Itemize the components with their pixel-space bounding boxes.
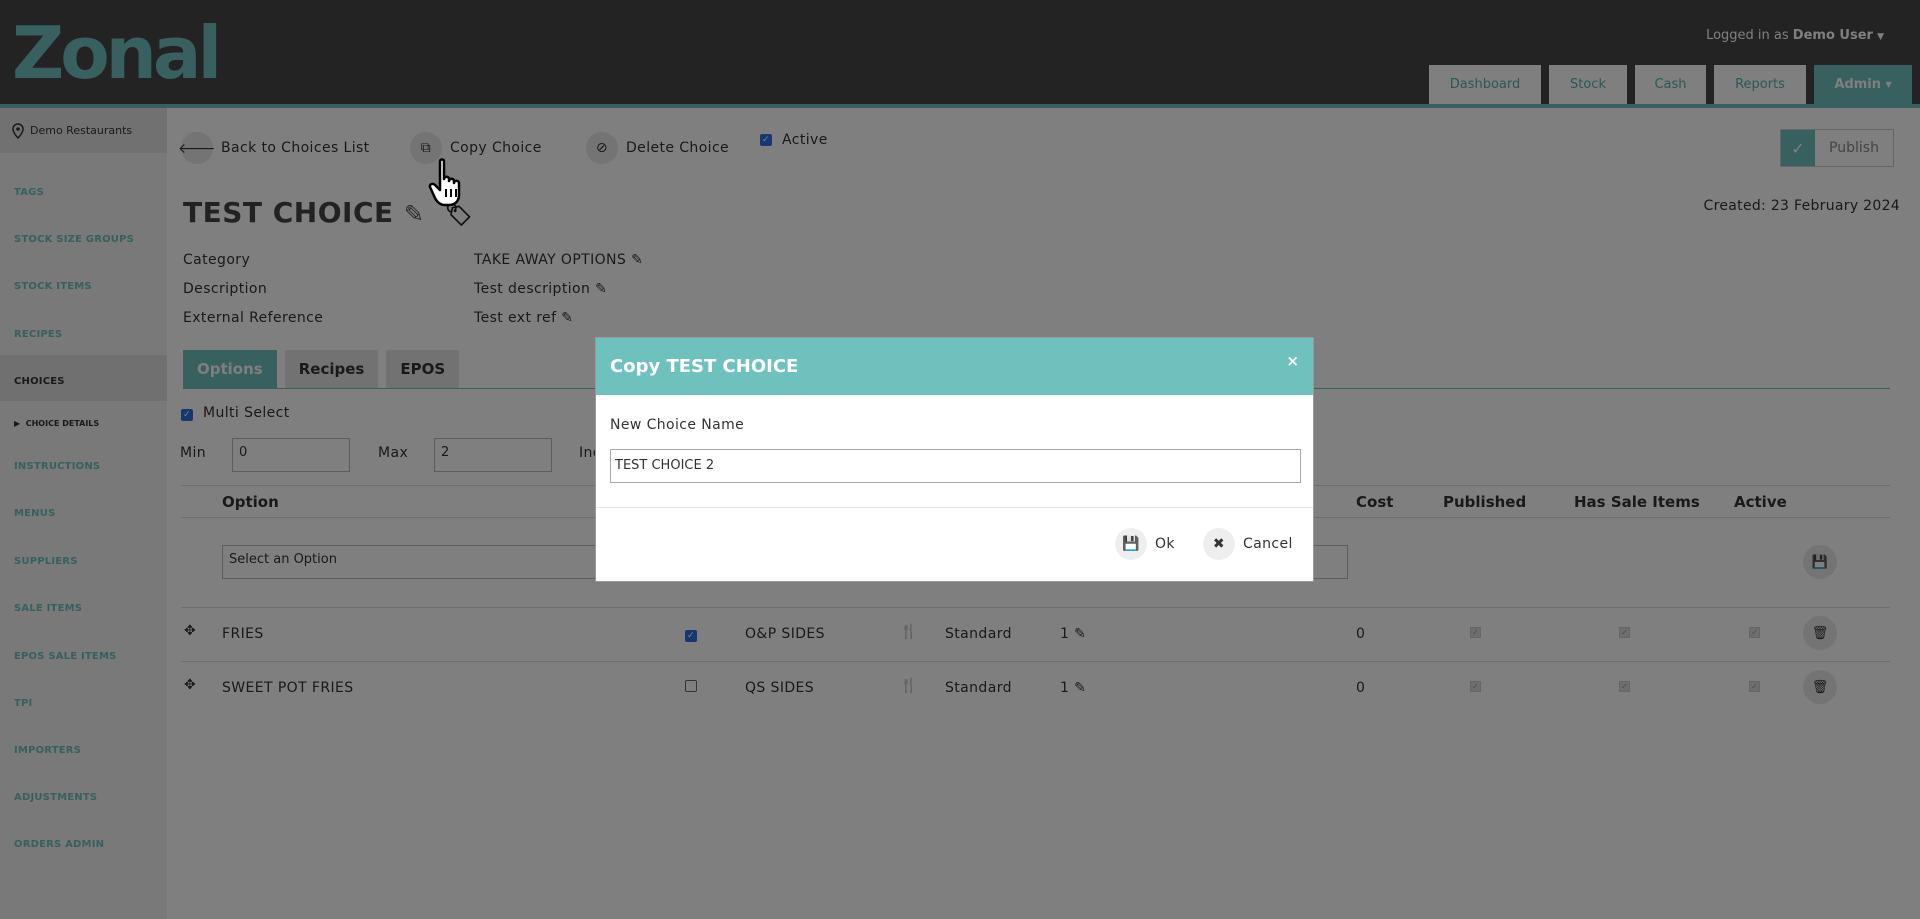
close-x-icon: ✖	[1203, 528, 1235, 560]
dialog-footer: 💾 Ok ✖ Cancel	[596, 508, 1313, 581]
close-icon[interactable]: ×	[1286, 352, 1299, 370]
save-icon: 💾	[1115, 528, 1147, 560]
hand-pointer-icon	[428, 158, 461, 207]
dialog-header: Copy TEST CHOICE ×	[596, 338, 1313, 395]
ok-button[interactable]: 💾 Ok	[1115, 528, 1175, 560]
copy-choice-dialog: Copy TEST CHOICE × New Choice Name TEST …	[595, 337, 1314, 582]
dialog-title: Copy TEST CHOICE	[610, 356, 799, 377]
dialog-body: New Choice Name TEST CHOICE 2	[596, 395, 1313, 508]
new-choice-name-input[interactable]: TEST CHOICE 2	[610, 449, 1301, 483]
cancel-button[interactable]: ✖ Cancel	[1203, 528, 1293, 560]
new-name-label: New Choice Name	[610, 417, 745, 433]
